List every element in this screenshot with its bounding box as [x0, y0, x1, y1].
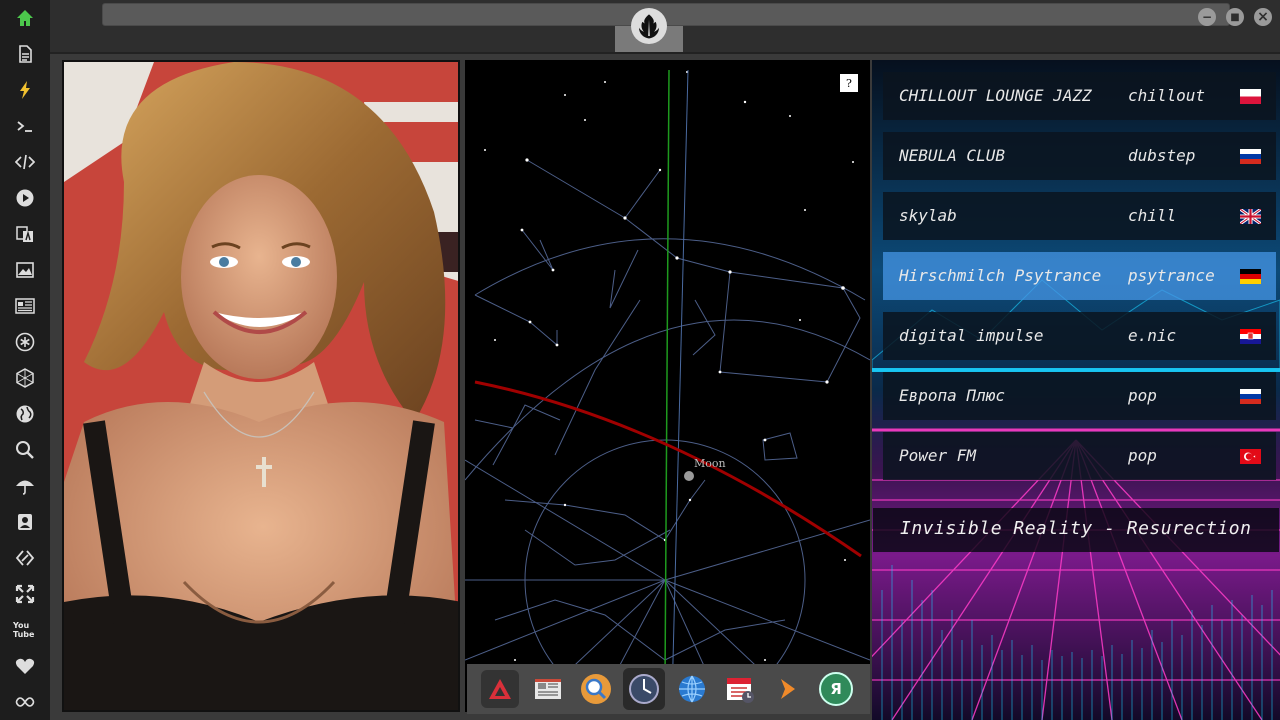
- station-row[interactable]: CHILLOUT LOUNGE JAZZ chillout: [883, 72, 1276, 120]
- arrow-app-icon[interactable]: [481, 670, 519, 708]
- youtube-label: You Tube: [13, 621, 35, 639]
- station-genre: pop: [1128, 386, 1157, 405]
- code-icon[interactable]: [13, 150, 37, 174]
- search-icon[interactable]: [13, 438, 37, 462]
- app-dock: Я: [467, 664, 870, 714]
- help-button[interactable]: ?: [840, 74, 858, 92]
- minimize-button[interactable]: −: [1198, 8, 1216, 26]
- search-app-icon[interactable]: [577, 670, 615, 708]
- clock-app-icon[interactable]: [623, 668, 665, 710]
- moon-marker: [684, 471, 694, 481]
- poland-flag-icon: [1240, 89, 1261, 104]
- russia-flag-icon: [1240, 389, 1261, 404]
- station-row[interactable]: Европа Плюс pop: [883, 372, 1276, 420]
- star-map[interactable]: Moon: [465, 60, 870, 712]
- maximize-button[interactable]: ■: [1226, 8, 1244, 26]
- croatia-flag-icon: [1240, 329, 1261, 344]
- turkey-flag-icon: [1240, 449, 1261, 464]
- umbrella-icon[interactable]: [13, 474, 37, 498]
- document-icon[interactable]: [13, 42, 37, 66]
- station-row[interactable]: skylab chill: [883, 192, 1276, 240]
- station-name: CHILLOUT LOUNGE JAZZ: [899, 86, 1092, 105]
- contact-icon[interactable]: [13, 510, 37, 534]
- translate-icon[interactable]: [13, 222, 37, 246]
- station-genre: chillout: [1128, 86, 1206, 105]
- radio-player: CHILLOUT LOUNGE JAZZ chillout NEBULA CLU…: [872, 60, 1280, 720]
- station-genre: e.nic: [1128, 326, 1177, 345]
- hexagon-icon[interactable]: [13, 366, 37, 390]
- station-genre: chill: [1128, 206, 1177, 225]
- youtube-icon[interactable]: You Tube: [13, 618, 37, 642]
- asterisk-icon[interactable]: [13, 330, 37, 354]
- station-genre: psytrance: [1128, 266, 1215, 285]
- yandex-label: Я: [819, 672, 853, 706]
- link-icon[interactable]: [13, 546, 37, 570]
- station-name: Power FM: [899, 446, 977, 465]
- now-playing-title: Invisible Reality - Resurection: [900, 518, 1252, 539]
- heart-icon[interactable]: [13, 654, 37, 678]
- now-playing: Invisible Reality - Resurection: [873, 508, 1279, 552]
- globe-icon[interactable]: [13, 402, 37, 426]
- terminal-icon[interactable]: [13, 114, 37, 138]
- forward-app-icon[interactable]: [769, 670, 807, 708]
- station-name: digital impulse: [899, 326, 1044, 345]
- expand-icon[interactable]: [13, 582, 37, 606]
- station-row-active[interactable]: Hirschmilch Psytrance psytrance: [883, 252, 1276, 300]
- portrait-photo: [62, 60, 460, 712]
- close-button[interactable]: ×: [1254, 8, 1272, 26]
- station-name: Европа Плюс: [899, 386, 1005, 405]
- news-app-icon[interactable]: [529, 670, 567, 708]
- germany-flag-icon: [1240, 269, 1261, 284]
- yandex-app-icon[interactable]: Я: [817, 670, 855, 708]
- station-genre: pop: [1128, 446, 1157, 465]
- image-icon[interactable]: [13, 258, 37, 282]
- station-name: Hirschmilch Psytrance: [899, 266, 1102, 285]
- globe-app-icon[interactable]: [673, 670, 711, 708]
- station-row[interactable]: Power FM pop: [883, 432, 1276, 480]
- station-row[interactable]: digital impulse e.nic: [883, 312, 1276, 360]
- moon-label: Moon: [694, 457, 726, 470]
- app-sidebar: You Tube: [0, 0, 50, 720]
- play-icon[interactable]: [13, 186, 37, 210]
- news-icon[interactable]: [13, 294, 37, 318]
- infinity-icon[interactable]: [13, 690, 37, 714]
- russia-flag-icon: [1240, 149, 1261, 164]
- calendar-app-icon[interactable]: [721, 670, 759, 708]
- home-icon[interactable]: [13, 6, 37, 30]
- uk-flag-icon: [1240, 209, 1261, 224]
- rebel-logo-icon[interactable]: [631, 8, 667, 44]
- station-genre: dubstep: [1128, 146, 1196, 165]
- station-row[interactable]: NEBULA CLUB dubstep: [883, 132, 1276, 180]
- station-name: skylab: [899, 206, 957, 225]
- lightning-icon[interactable]: [13, 78, 37, 102]
- station-name: NEBULA CLUB: [899, 146, 1005, 165]
